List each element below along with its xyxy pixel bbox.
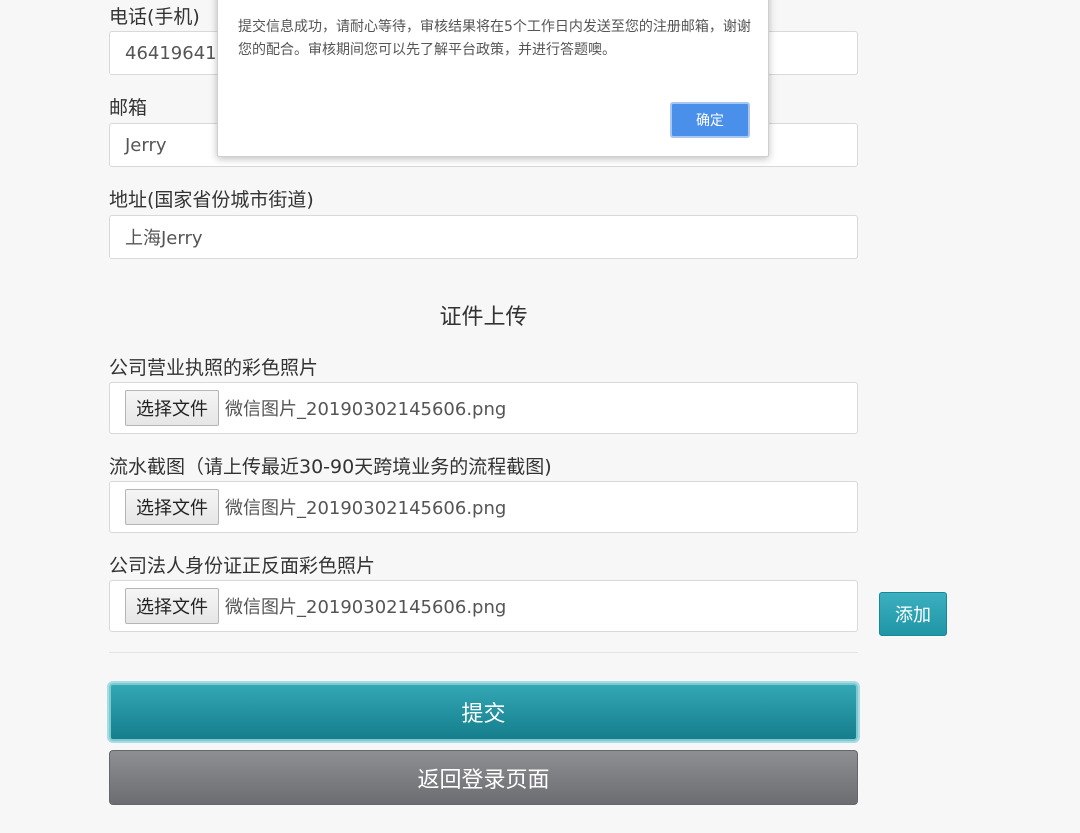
id-card-label: 公司法人身份证正反面彩色照片 (109, 555, 376, 577)
email-label: 邮箱 (109, 97, 148, 119)
address-label: 地址(国家省份城市街道) (109, 189, 314, 211)
email-value: Jerry (125, 134, 167, 156)
submit-button[interactable]: 提交 (109, 683, 858, 741)
add-button[interactable]: 添加 (879, 592, 947, 636)
choose-file-button[interactable]: 选择文件 (125, 390, 219, 426)
choose-file-button[interactable]: 选择文件 (125, 588, 219, 624)
business-license-label: 公司营业执照的彩色照片 (109, 357, 319, 379)
choose-file-button[interactable]: 选择文件 (125, 489, 219, 525)
success-dialog: 提交信息成功，请耐心等待，审核结果将在5个工作日内发送至您的注册邮箱，谢谢您的配… (217, 0, 769, 157)
dialog-ok-button[interactable]: 确定 (670, 102, 750, 138)
bank-statement-upload: 选择文件 微信图片_20190302145606.png (109, 481, 858, 533)
id-card-upload: 选择文件 微信图片_20190302145606.png (109, 580, 858, 632)
dialog-message: 提交信息成功，请耐心等待，审核结果将在5个工作日内发送至您的注册邮箱，谢谢您的配… (238, 19, 751, 58)
file-name: 微信图片_20190302145606.png (225, 399, 507, 420)
file-name: 微信图片_20190302145606.png (225, 498, 507, 519)
bank-statement-label: 流水截图（请上传最近30-90天跨境业务的流程截图) (109, 456, 552, 478)
address-field[interactable]: 上海Jerry (109, 215, 858, 259)
upload-section-title: 证件上传 (439, 305, 528, 330)
file-name: 微信图片_20190302145606.png (225, 597, 507, 618)
phone-label: 电话(手机) (109, 6, 200, 28)
business-license-upload: 选择文件 微信图片_20190302145606.png (109, 382, 858, 434)
address-value: 上海Jerry (125, 228, 203, 249)
divider (109, 652, 858, 653)
registration-page: 电话(手机) 4641964164 邮箱 Jerry 地址(国家省份城市街道) … (0, 0, 1080, 833)
back-to-login-button[interactable]: 返回登录页面 (109, 750, 858, 805)
